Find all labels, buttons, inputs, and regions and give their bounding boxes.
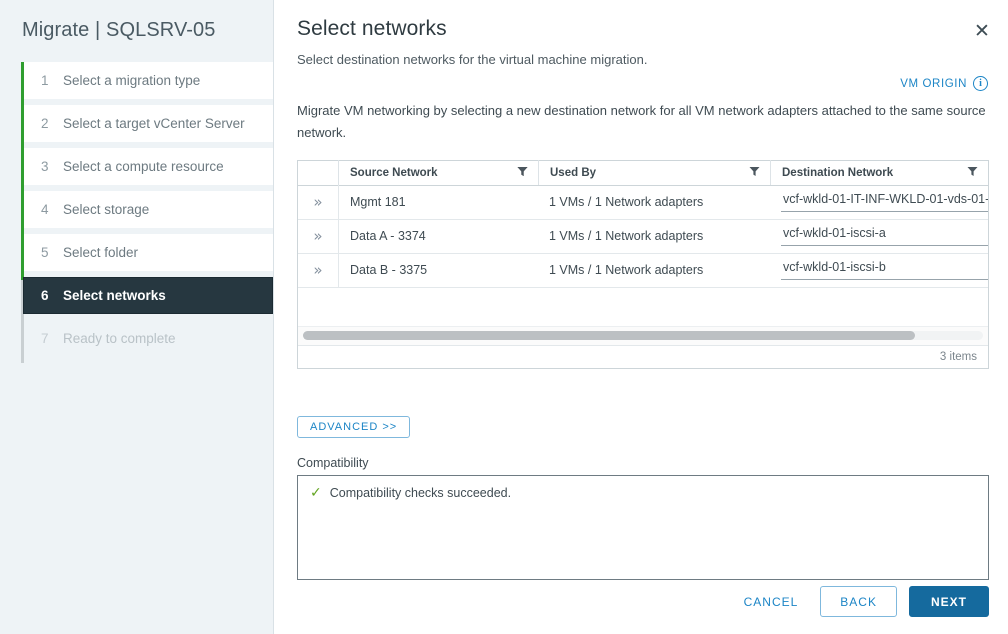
sidebar-step-4[interactable]: 4 Select storage xyxy=(24,191,273,228)
table-header-used-by: Used By xyxy=(538,160,770,185)
table-header-row: Source Network Used By Destination Netwo… xyxy=(298,161,988,186)
destination-network-input[interactable] xyxy=(781,260,988,280)
page-title: Select networks xyxy=(297,0,989,41)
step-label: Select folder xyxy=(63,245,138,260)
chevron-double-right-icon[interactable]: » xyxy=(313,195,322,210)
vm-origin-link[interactable]: VM ORIGIN xyxy=(900,78,967,90)
step-number: 1 xyxy=(41,73,55,88)
step-number: 6 xyxy=(41,288,55,303)
cell-used-by: 1 VMs / 1 Network adapters xyxy=(538,253,770,287)
step-number: 5 xyxy=(41,245,55,260)
check-icon: ✓ xyxy=(310,486,322,500)
cell-destination-network[interactable] xyxy=(770,253,988,287)
wizard-sidebar: Migrate | SQLSRV-05 1 Select a migration… xyxy=(0,0,274,634)
wizard-footer: CANCEL BACK NEXT xyxy=(734,586,989,617)
table-header-expander xyxy=(298,160,338,185)
sidebar-step-2[interactable]: 2 Select a target vCenter Server xyxy=(24,105,273,142)
table-empty-row xyxy=(298,288,988,326)
destination-network-input[interactable] xyxy=(781,226,988,246)
chevron-double-right-icon[interactable]: » xyxy=(313,263,322,278)
step-number: 2 xyxy=(41,116,55,131)
step-label: Select a target vCenter Server xyxy=(63,116,245,131)
cancel-button[interactable]: CANCEL xyxy=(734,586,809,617)
table-row[interactable]: » Data B - 3375 1 VMs / 1 Network adapte… xyxy=(298,254,988,288)
step-label: Select networks xyxy=(63,288,166,303)
cell-destination-network[interactable] xyxy=(770,219,988,253)
sidebar-step-6[interactable]: 6 Select networks xyxy=(23,277,273,314)
table-row[interactable]: » Data A - 3374 1 VMs / 1 Network adapte… xyxy=(298,220,988,254)
filter-icon[interactable] xyxy=(517,166,528,177)
step-label: Select a migration type xyxy=(63,73,200,88)
step-number: 7 xyxy=(41,331,55,346)
scrollbar-track[interactable] xyxy=(303,331,983,340)
row-expander-cell: » xyxy=(298,263,338,278)
wizard-content: ✕ Select networks Select destination net… xyxy=(274,0,1008,634)
step-number: 3 xyxy=(41,159,55,174)
compatibility-status: ✓ Compatibility checks succeeded. xyxy=(310,486,976,500)
chevron-double-right-icon[interactable]: » xyxy=(313,229,322,244)
info-icon[interactable]: i xyxy=(973,76,988,91)
table-header-label: Source Network xyxy=(350,167,438,179)
close-icon[interactable]: ✕ xyxy=(969,18,995,44)
sidebar-step-7: 7 Ready to complete xyxy=(24,320,273,357)
compatibility-box: ✓ Compatibility checks succeeded. xyxy=(297,475,989,580)
destination-network-input[interactable] xyxy=(781,192,988,212)
sidebar-step-3[interactable]: 3 Select a compute resource xyxy=(24,148,273,185)
advanced-button[interactable]: ADVANCED >> xyxy=(297,416,410,438)
table-header-label: Destination Network xyxy=(782,167,893,179)
page-subtitle: Select destination networks for the virt… xyxy=(297,52,989,67)
next-button[interactable]: NEXT xyxy=(909,586,989,617)
cell-source-network: Data A - 3374 xyxy=(338,219,538,253)
row-expander-cell: » xyxy=(298,195,338,210)
table-header-label: Used By xyxy=(550,167,596,179)
cell-source-network: Data B - 3375 xyxy=(338,253,538,287)
row-expander-cell: » xyxy=(298,229,338,244)
compatibility-status-text: Compatibility checks succeeded. xyxy=(330,486,511,500)
migrate-wizard: Migrate | SQLSRV-05 1 Select a migration… xyxy=(0,0,1008,634)
back-button[interactable]: BACK xyxy=(820,586,897,617)
wizard-steps: 1 Select a migration type 2 Select a tar… xyxy=(0,62,273,357)
table-row[interactable]: » Mgmt 181 1 VMs / 1 Network adapters xyxy=(298,186,988,220)
page-description: Migrate VM networking by selecting a new… xyxy=(297,100,987,145)
table-header-destination-network: Destination Network xyxy=(770,160,988,185)
table-footer: 3 items xyxy=(298,345,988,368)
cell-used-by: 1 VMs / 1 Network adapters xyxy=(538,185,770,219)
filter-icon[interactable] xyxy=(967,166,978,177)
cell-used-by: 1 VMs / 1 Network adapters xyxy=(538,219,770,253)
cell-destination-network[interactable] xyxy=(770,185,988,219)
sidebar-step-1[interactable]: 1 Select a migration type xyxy=(24,62,273,99)
step-number: 4 xyxy=(41,202,55,217)
sidebar-step-5[interactable]: 5 Select folder xyxy=(24,234,273,271)
step-label: Select storage xyxy=(63,202,149,217)
scrollbar-thumb[interactable] xyxy=(303,331,915,340)
step-label: Ready to complete xyxy=(63,331,176,346)
filter-icon[interactable] xyxy=(749,166,760,177)
table-horizontal-scrollbar[interactable] xyxy=(298,326,988,345)
step-label: Select a compute resource xyxy=(63,159,224,174)
item-count: 3 items xyxy=(940,351,977,363)
table-header-source-network: Source Network xyxy=(338,160,538,185)
wizard-title: Migrate | SQLSRV-05 xyxy=(0,0,273,62)
cell-source-network: Mgmt 181 xyxy=(338,185,538,219)
compatibility-label: Compatibility xyxy=(297,456,989,470)
networks-table: Source Network Used By Destination Netwo… xyxy=(297,160,989,369)
vm-origin-row: VM ORIGIN i xyxy=(297,76,989,91)
